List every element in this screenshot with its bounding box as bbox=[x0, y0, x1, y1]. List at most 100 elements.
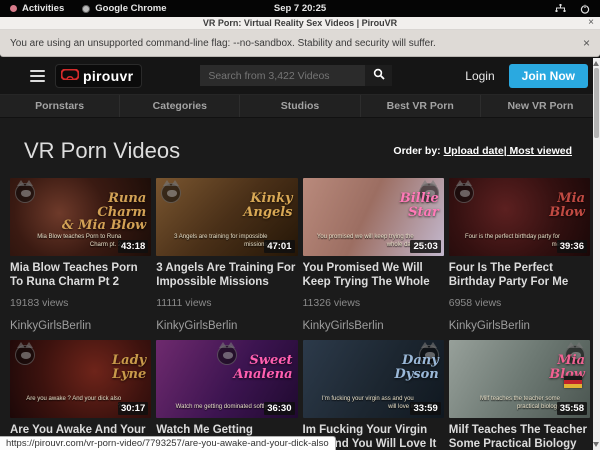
video-card[interactable]: Runa Charm & Mia BlowMia Blow teaches Po… bbox=[10, 178, 151, 332]
thumbnail-overlay-name: Sweet Analena bbox=[233, 354, 292, 381]
video-duration-badge: 47:01 bbox=[264, 240, 294, 253]
clock[interactable]: Sep 7 20:25 bbox=[274, 3, 326, 14]
video-card[interactable]: Lady LyneAre you awake ? And your dick a… bbox=[10, 340, 151, 450]
search-icon bbox=[373, 68, 385, 83]
network-icon[interactable] bbox=[555, 4, 566, 14]
site-logo-text: pirouvr bbox=[83, 68, 133, 84]
video-views: 19183 views bbox=[10, 297, 151, 309]
video-studio-link[interactable]: KinkyGirlsBerlin bbox=[156, 320, 297, 332]
menu-item-studios[interactable]: Studios bbox=[240, 95, 360, 117]
screen: Activities Google Chrome Sep 7 20:25 VR … bbox=[0, 0, 600, 450]
video-views: 11326 views bbox=[303, 297, 444, 309]
video-card[interactable]: Mia BlowMilf teaches the teacher some pr… bbox=[449, 340, 590, 450]
thumbnail-overlay-subtitle: Are you awake ? And your dick also ? bbox=[22, 396, 121, 412]
menu-item-new-vr-porn[interactable]: New VR Porn bbox=[481, 95, 600, 117]
sort-link-upload-date[interactable]: Upload date bbox=[444, 145, 504, 157]
german-flag-icon bbox=[564, 376, 582, 388]
thumbnail-overlay-subtitle: Watch me getting dominated softly bbox=[176, 404, 268, 412]
chrome-app-label: Google Chrome bbox=[95, 3, 166, 14]
video-title[interactable]: Four Is The Perfect Birthday Party For M… bbox=[449, 262, 590, 290]
video-card[interactable]: Billie Star You promised we will keep try… bbox=[303, 178, 444, 332]
video-studio-link[interactable]: KinkyGirlsBerlin bbox=[10, 320, 151, 332]
thumbnail-overlay-name: Billie Star bbox=[400, 192, 439, 219]
video-title[interactable]: 3 Angels Are Training For Impossible Mis… bbox=[156, 262, 297, 290]
status-url: https://pirouvr.com/vr-porn-video/779325… bbox=[6, 438, 329, 449]
video-thumbnail[interactable]: Runa Charm & Mia BlowMia Blow teaches Po… bbox=[10, 178, 151, 256]
search-button[interactable] bbox=[365, 65, 392, 86]
thumbnail-overlay-name: Kinky Angels bbox=[243, 192, 292, 219]
chrome-warning-bar: You are using an unsupported command-lin… bbox=[0, 30, 600, 57]
window-close-icon[interactable]: × bbox=[588, 17, 594, 28]
sort-link-most-viewed[interactable]: Most viewed bbox=[507, 145, 572, 157]
thumbnail-overlay-subtitle: 3 Angels are training for impossible mis… bbox=[169, 234, 268, 250]
chrome-app-indicator[interactable]: Google Chrome bbox=[82, 3, 166, 14]
video-duration-badge: 43:18 bbox=[118, 240, 148, 253]
video-card[interactable]: Sweet Analena Watch me getting dominated … bbox=[156, 340, 297, 450]
menu-item-categories[interactable]: Categories bbox=[120, 95, 240, 117]
video-thumbnail[interactable]: Mia Blow Four is the perfect birthday par… bbox=[449, 178, 590, 256]
video-thumbnail[interactable]: Kinky Angels 3 Angels are training for im… bbox=[156, 178, 297, 256]
chrome-icon bbox=[82, 5, 90, 13]
video-thumbnail[interactable]: Dany Dyson I'm fucking your virgin ass an… bbox=[303, 340, 444, 418]
login-link[interactable]: Login bbox=[465, 69, 494, 83]
thumbnail-overlay-subtitle: I'm fucking your virgin ass and you will… bbox=[315, 396, 414, 412]
studio-watermark-icon bbox=[15, 345, 35, 365]
scrollbar-thumb[interactable] bbox=[594, 68, 599, 138]
video-grid: Runa Charm & Mia BlowMia Blow teaches Po… bbox=[0, 178, 600, 450]
studio-watermark-icon bbox=[15, 183, 35, 203]
window-title-bar: VR Porn: Virtual Reality Sex Videos | Pi… bbox=[0, 17, 600, 30]
scroll-down-icon[interactable] bbox=[593, 442, 599, 447]
video-duration-badge: 25:03 bbox=[410, 240, 440, 253]
site-logo[interactable]: pirouvr bbox=[55, 64, 142, 88]
video-title[interactable]: Milf Teaches The Teacher Some Practical … bbox=[449, 424, 590, 450]
status-bar: https://pirouvr.com/vr-porn-video/779325… bbox=[0, 436, 336, 450]
search-input[interactable] bbox=[200, 65, 365, 86]
warning-close-icon[interactable]: × bbox=[583, 36, 590, 50]
video-thumbnail[interactable]: Sweet Analena Watch me getting dominated … bbox=[156, 340, 297, 418]
video-views: 11111 views bbox=[156, 297, 297, 309]
video-card[interactable]: Dany Dyson I'm fucking your virgin ass an… bbox=[303, 340, 444, 450]
studio-watermark-icon bbox=[454, 183, 474, 203]
hamburger-menu-icon[interactable] bbox=[30, 67, 45, 85]
thumbnail-overlay-name: Runa Charm & Mia Blow bbox=[62, 192, 146, 233]
activities-button[interactable]: Activities bbox=[10, 3, 64, 14]
video-title[interactable]: You Promised We Will Keep Trying The Who… bbox=[303, 262, 444, 290]
thumbnail-overlay-name: Dany Dyson bbox=[394, 354, 438, 381]
thumbnail-overlay-subtitle: Mia Blow teaches Porn to Runa Charm pt. … bbox=[22, 234, 121, 250]
menu-item-pornstars[interactable]: Pornstars bbox=[0, 95, 120, 117]
system-top-bar: Activities Google Chrome Sep 7 20:25 bbox=[0, 0, 600, 17]
studio-watermark-icon bbox=[161, 183, 181, 203]
video-title[interactable]: Mia Blow Teaches Porn To Runa Charm Pt 2 bbox=[10, 262, 151, 290]
sort-links: Upload date| Most viewed bbox=[444, 145, 572, 157]
window-title: VR Porn: Virtual Reality Sex Videos | Pi… bbox=[203, 18, 397, 28]
page-scrollbar[interactable] bbox=[593, 58, 600, 450]
video-duration-badge: 30:17 bbox=[118, 402, 148, 415]
site-menu: PornstarsCategoriesStudiosBest VR PornNe… bbox=[0, 95, 600, 118]
thumbnail-overlay-subtitle: You promised we will keep trying the who… bbox=[315, 234, 414, 250]
video-thumbnail[interactable]: Billie Star You promised we will keep try… bbox=[303, 178, 444, 256]
activities-label: Activities bbox=[22, 3, 64, 14]
join-now-button[interactable]: Join Now bbox=[509, 64, 588, 88]
video-duration-badge: 35:58 bbox=[557, 402, 587, 415]
page-header: VR Porn Videos Order by: Upload date| Mo… bbox=[0, 118, 600, 178]
video-card[interactable]: Kinky Angels 3 Angels are training for im… bbox=[156, 178, 297, 332]
video-thumbnail[interactable]: Mia BlowMilf teaches the teacher some pr… bbox=[449, 340, 590, 418]
thumbnail-overlay-subtitle: Four is the perfect birthday party for m… bbox=[461, 234, 560, 250]
video-studio-link[interactable]: KinkyGirlsBerlin bbox=[303, 320, 444, 332]
video-duration-badge: 36:30 bbox=[264, 402, 294, 415]
video-card[interactable]: Mia Blow Four is the perfect birthday par… bbox=[449, 178, 590, 332]
page-title: VR Porn Videos bbox=[24, 138, 180, 164]
power-icon[interactable] bbox=[580, 4, 590, 14]
video-thumbnail[interactable]: Lady LyneAre you awake ? And your dick a… bbox=[10, 340, 151, 418]
site-navbar: pirouvr Login Join Now bbox=[0, 57, 600, 95]
thumbnail-overlay-name: Mia Blow bbox=[549, 192, 585, 219]
order-by-label: Order by: bbox=[393, 145, 440, 157]
vr-headset-icon bbox=[61, 67, 79, 85]
thumbnail-overlay-subtitle: Milf teaches the teacher some practical … bbox=[461, 396, 560, 412]
video-duration-badge: 33:59 bbox=[410, 402, 440, 415]
video-studio-link[interactable]: KinkyGirlsBerlin bbox=[449, 320, 590, 332]
menu-item-best-vr-porn[interactable]: Best VR Porn bbox=[361, 95, 481, 117]
scroll-up-icon[interactable] bbox=[593, 61, 599, 66]
order-by: Order by: Upload date| Most viewed bbox=[393, 145, 576, 157]
search-bar bbox=[200, 65, 392, 86]
